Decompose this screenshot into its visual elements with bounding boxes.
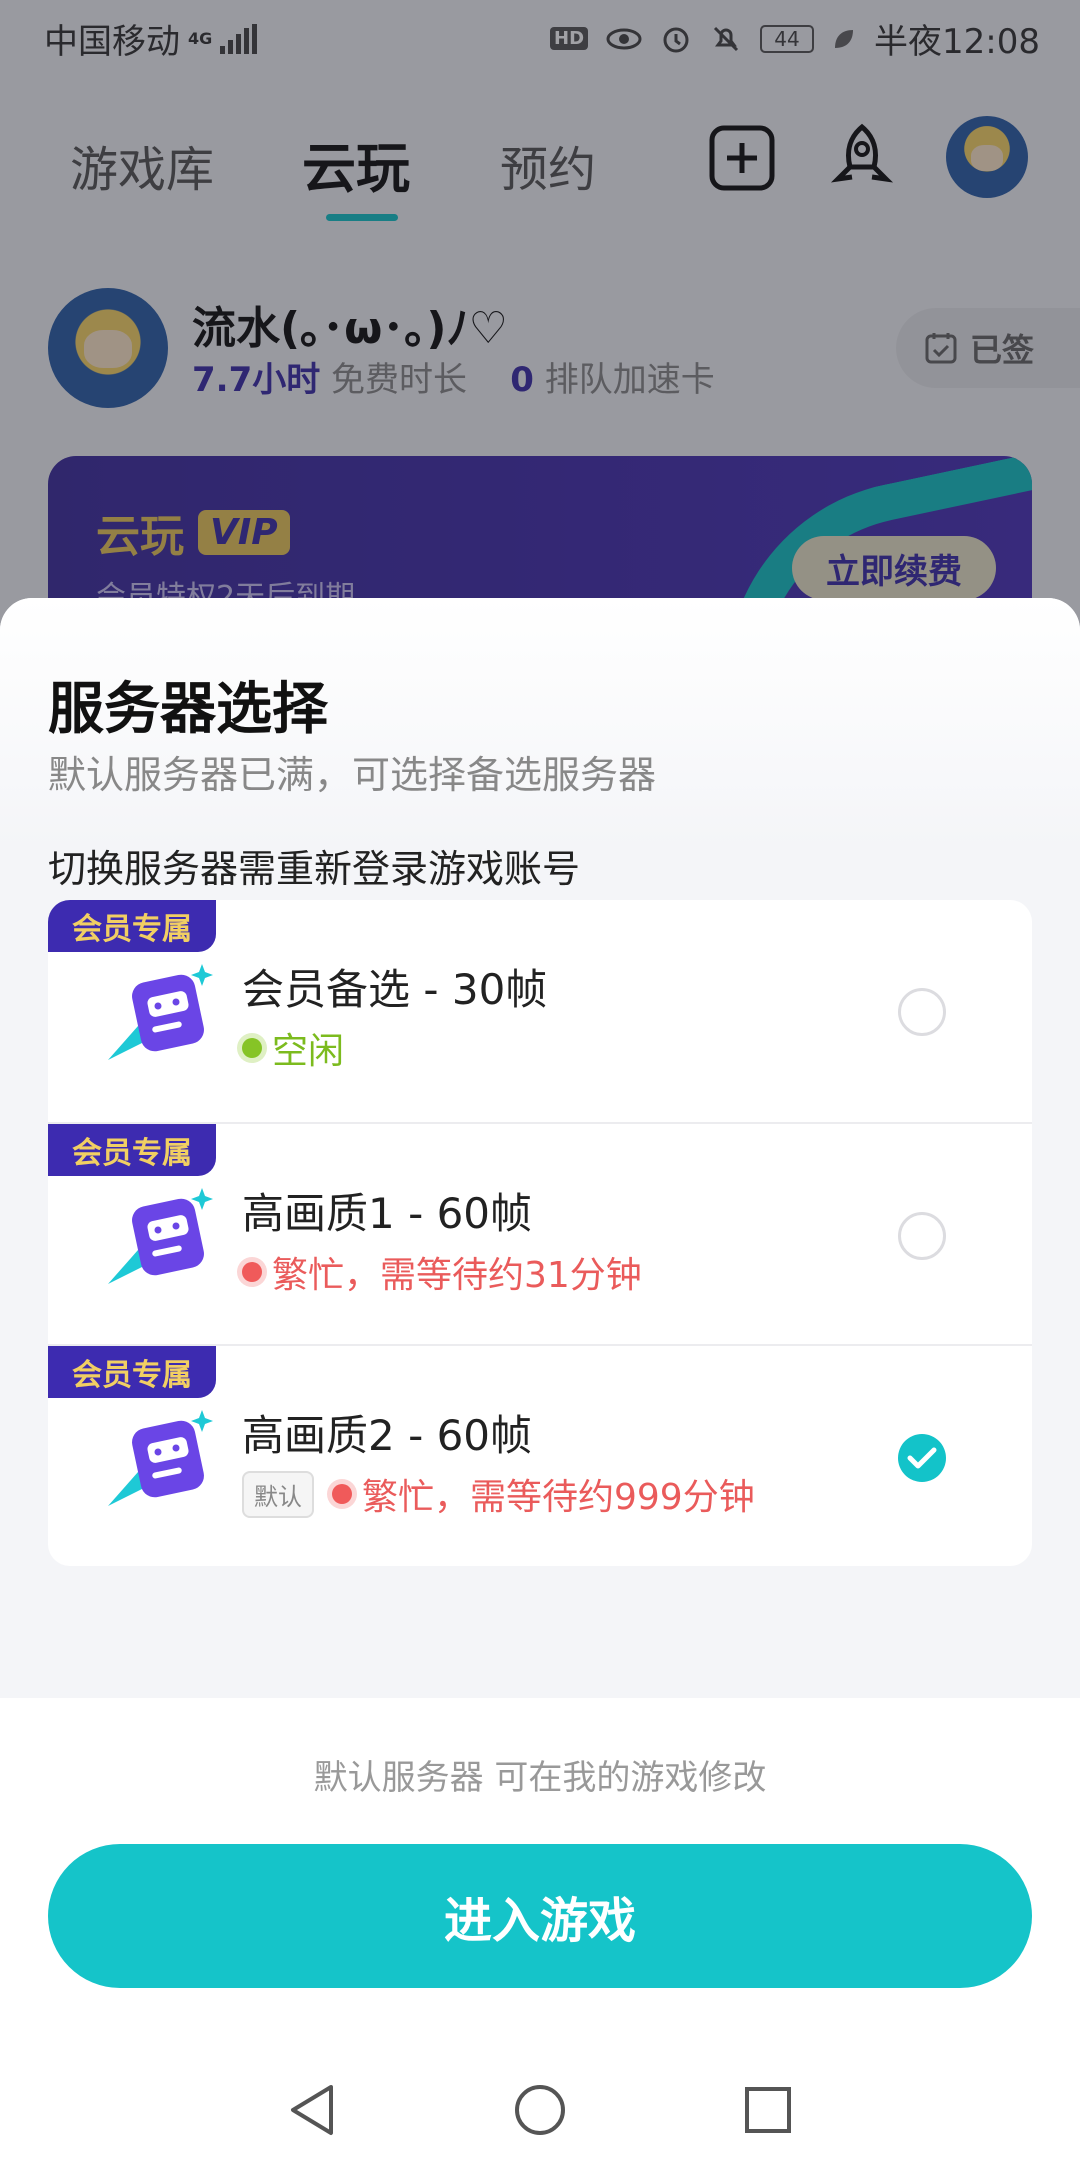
server-status-text: 空闲 — [272, 1031, 345, 1072]
server-list: 会员专属 会员备选 - 30帧 空闲 会员专属 高画质1 - 60帧 繁忙，需等… — [48, 900, 1032, 1566]
server-status: 默认 繁忙，需等待约999分钟 — [242, 1468, 755, 1520]
server-radio[interactable] — [898, 988, 946, 1036]
member-exclusive-tag: 会员专属 — [48, 900, 216, 952]
triangle-back-icon — [291, 2085, 333, 2135]
relogin-note: 切换服务器需重新登录游戏账号 — [48, 847, 581, 891]
server-select-sheet: 服务器选择 默认服务器已满，可选择备选服务器 切换服务器需重新登录游戏账号 会员… — [0, 598, 1080, 2160]
server-option[interactable]: 会员专属 高画质2 - 60帧 默认 繁忙，需等待约999分钟 — [48, 1344, 1032, 1566]
server-radio-selected[interactable] — [898, 1434, 946, 1482]
busy-dot-icon — [242, 1262, 262, 1282]
sheet-title: 服务器选择 — [48, 677, 328, 742]
server-status: 空闲 — [242, 1022, 344, 1074]
server-name: 高画质1 - 60帧 — [242, 1189, 533, 1238]
square-recents-icon — [745, 2087, 791, 2133]
server-name: 会员备选 - 30帧 — [242, 965, 548, 1014]
robot-rocket-icon — [108, 1410, 213, 1506]
member-exclusive-tag: 会员专属 — [48, 1124, 216, 1176]
server-status-text: 繁忙，需等待约31分钟 — [272, 1255, 642, 1296]
member-exclusive-tag: 会员专属 — [48, 1346, 216, 1398]
server-option[interactable]: 会员专属 高画质1 - 60帧 繁忙，需等待约31分钟 — [48, 1122, 1032, 1344]
robot-rocket-icon — [108, 964, 213, 1060]
sheet-subtitle: 默认服务器已满，可选择备选服务器 — [48, 753, 657, 797]
home-button[interactable] — [510, 2080, 570, 2140]
server-status-text: 繁忙，需等待约999分钟 — [362, 1477, 755, 1518]
server-option[interactable]: 会员专属 会员备选 - 30帧 空闲 — [48, 900, 1032, 1122]
robot-rocket-icon — [108, 1188, 213, 1284]
enter-game-button[interactable]: 进入游戏 — [48, 1844, 1032, 1988]
default-server-hint: 默认服务器 可在我的游戏修改 — [313, 1758, 767, 1798]
busy-dot-icon — [332, 1484, 352, 1504]
server-radio[interactable] — [898, 1212, 946, 1260]
server-name: 高画质2 - 60帧 — [242, 1411, 533, 1460]
back-button[interactable] — [282, 2080, 342, 2140]
circle-home-icon — [515, 2085, 565, 2135]
default-server-tag: 默认 — [242, 1470, 314, 1518]
recents-button[interactable] — [738, 2080, 798, 2140]
sheet-footer: 默认服务器 可在我的游戏修改 进入游戏 — [0, 1698, 1080, 2160]
idle-dot-icon — [242, 1038, 262, 1058]
checkmark-icon — [907, 1447, 937, 1469]
server-status: 繁忙，需等待约31分钟 — [242, 1246, 642, 1298]
system-nav-bar — [0, 2060, 1080, 2160]
